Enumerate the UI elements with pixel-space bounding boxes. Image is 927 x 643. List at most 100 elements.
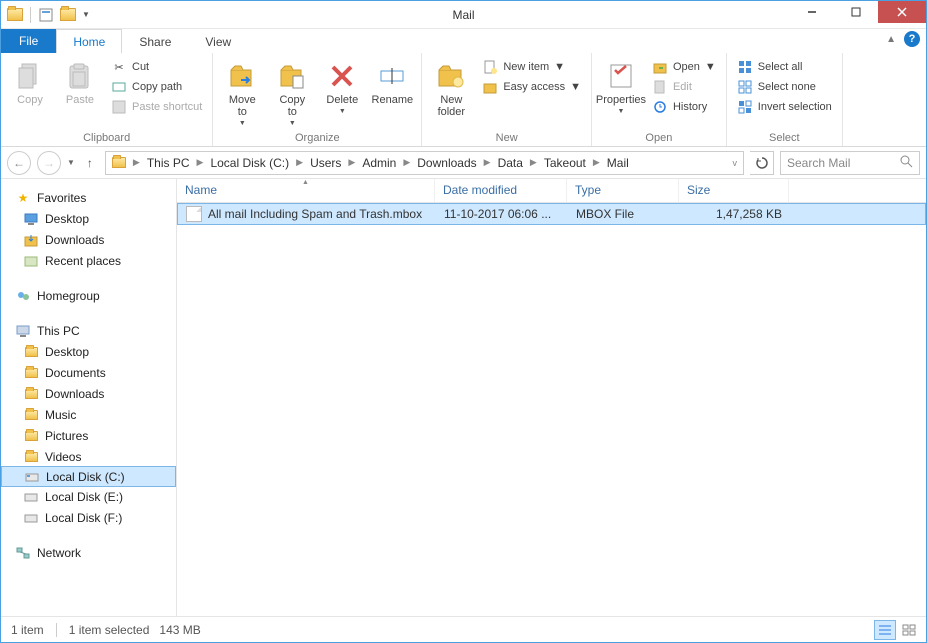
chevron-right-icon[interactable]: ▶ xyxy=(130,157,143,168)
chevron-right-icon[interactable]: ▶ xyxy=(590,157,603,168)
paste-icon xyxy=(64,60,96,92)
tree-thispc[interactable]: This PC xyxy=(1,320,176,341)
tab-share[interactable]: Share xyxy=(122,29,188,53)
properties-button[interactable]: Properties▼ xyxy=(598,56,644,115)
copy-button[interactable]: Copy xyxy=(7,56,53,106)
navigation-tree[interactable]: ★Favorites Desktop Downloads Recent plac… xyxy=(1,179,177,617)
details-view-button[interactable] xyxy=(874,620,896,640)
new-item-button[interactable]: New item ▼ xyxy=(478,58,585,76)
homegroup-icon xyxy=(15,288,31,304)
tab-file[interactable]: File xyxy=(1,29,56,53)
edit-button[interactable]: Edit xyxy=(648,78,720,96)
help-icon[interactable]: ? xyxy=(904,31,920,47)
search-input[interactable]: Search Mail xyxy=(780,151,920,175)
paste-shortcut-button[interactable]: Paste shortcut xyxy=(107,98,206,116)
thumbnails-view-button[interactable] xyxy=(898,620,920,640)
tree-disk-f[interactable]: Local Disk (F:) xyxy=(1,507,176,528)
tab-view[interactable]: View xyxy=(188,29,248,53)
chevron-right-icon[interactable]: ▶ xyxy=(194,157,207,168)
chevron-right-icon[interactable]: ▶ xyxy=(481,157,494,168)
refresh-button[interactable] xyxy=(750,151,774,175)
rename-button[interactable]: Rename xyxy=(369,56,415,106)
tree-disk-c[interactable]: Local Disk (C:) xyxy=(1,466,176,487)
chevron-right-icon[interactable]: ▶ xyxy=(527,157,540,168)
column-type[interactable]: Type xyxy=(567,179,679,202)
scissors-icon: ✂ xyxy=(111,59,127,75)
select-all-button[interactable]: Select all xyxy=(733,58,836,76)
tree-downloads-pc[interactable]: Downloads xyxy=(1,383,176,404)
properties-qat-icon[interactable] xyxy=(36,5,56,25)
file-type-cell: MBOX File xyxy=(568,207,680,221)
tree-network[interactable]: Network xyxy=(1,542,176,563)
crumb-users[interactable]: Users xyxy=(306,152,345,174)
tab-home[interactable]: Home xyxy=(56,29,122,53)
status-size: 143 MB xyxy=(159,623,200,637)
chevron-right-icon[interactable]: ▶ xyxy=(293,157,306,168)
tree-pictures[interactable]: Pictures xyxy=(1,425,176,446)
delete-button[interactable]: Delete▼ xyxy=(319,56,365,115)
column-date[interactable]: Date modified xyxy=(435,179,567,202)
tree-videos[interactable]: Videos xyxy=(1,446,176,467)
address-dropdown-icon[interactable]: v xyxy=(729,152,742,174)
ribbon: Copy Paste ✂Cut Copy path Paste shortcut… xyxy=(1,53,926,147)
chevron-right-icon[interactable]: ▶ xyxy=(400,157,413,168)
tree-desktop[interactable]: Desktop xyxy=(1,208,176,229)
new-folder-qat-icon[interactable] xyxy=(58,5,78,25)
easy-access-button[interactable]: Easy access ▼ xyxy=(478,78,585,96)
tree-desktop-pc[interactable]: Desktop xyxy=(1,341,176,362)
column-name[interactable]: Name xyxy=(177,179,435,202)
crumb-c[interactable]: Local Disk (C:) xyxy=(206,152,293,174)
tree-recent[interactable]: Recent places xyxy=(1,250,176,271)
copy-path-button[interactable]: Copy path xyxy=(107,78,206,96)
file-row[interactable]: All mail Including Spam and Trash.mbox 1… xyxy=(177,203,926,225)
crumb-takeout[interactable]: Takeout xyxy=(540,152,590,174)
status-bar: 1 item 1 item selected 143 MB xyxy=(1,616,926,642)
crumb-mail[interactable]: Mail xyxy=(603,152,633,174)
column-size[interactable]: Size xyxy=(679,179,789,202)
minimize-button[interactable] xyxy=(790,1,834,23)
tree-disk-e[interactable]: Local Disk (E:) xyxy=(1,486,176,507)
copy-icon xyxy=(14,60,46,92)
forward-button[interactable]: → xyxy=(37,151,61,175)
back-button[interactable]: ← xyxy=(7,151,31,175)
close-button[interactable] xyxy=(878,1,926,23)
copy-to-button[interactable]: Copy to▼ xyxy=(269,56,315,127)
crumb-downloads[interactable]: Downloads xyxy=(413,152,480,174)
crumb-thispc[interactable]: This PC xyxy=(143,152,194,174)
tree-favorites[interactable]: ★Favorites xyxy=(1,187,176,208)
history-button[interactable]: History xyxy=(648,98,720,116)
history-dropdown-icon[interactable]: ▼ xyxy=(67,158,75,167)
new-folder-button[interactable]: New folder xyxy=(428,56,474,118)
open-button[interactable]: Open ▼ xyxy=(648,58,720,76)
crumb-admin[interactable]: Admin xyxy=(358,152,400,174)
disk-icon xyxy=(23,489,39,505)
collapse-ribbon-icon[interactable]: ▲ xyxy=(886,34,896,45)
ribbon-group-open: Properties▼ Open ▼ Edit History Open xyxy=(592,53,727,146)
folder-icon xyxy=(23,407,39,423)
select-none-button[interactable]: Select none xyxy=(733,78,836,96)
paste-button[interactable]: Paste xyxy=(57,56,103,106)
folder-icon[interactable] xyxy=(5,5,25,25)
address-bar[interactable]: ▶ This PC▶ Local Disk (C:)▶ Users▶ Admin… xyxy=(105,151,744,175)
file-name-cell: All mail Including Spam and Trash.mbox xyxy=(178,206,436,222)
downloads-icon xyxy=(23,232,39,248)
ribbon-tabs: File Home Share View ▲ ? xyxy=(1,29,926,53)
qat-dropdown-icon[interactable]: ▼ xyxy=(82,10,90,19)
cut-button[interactable]: ✂Cut xyxy=(107,58,206,76)
open-icon xyxy=(652,59,668,75)
crumb-data[interactable]: Data xyxy=(494,152,527,174)
tree-homegroup[interactable]: Homegroup xyxy=(1,285,176,306)
titlebar: ▼ Mail xyxy=(1,1,926,29)
copy-path-icon xyxy=(111,79,127,95)
tree-documents[interactable]: Documents xyxy=(1,362,176,383)
up-button[interactable]: ↑ xyxy=(81,154,99,172)
invert-selection-button[interactable]: Invert selection xyxy=(733,98,836,116)
maximize-button[interactable] xyxy=(834,1,878,23)
new-item-icon xyxy=(482,59,498,75)
window-title: Mail xyxy=(452,8,474,22)
tree-music[interactable]: Music xyxy=(1,404,176,425)
select-none-icon xyxy=(737,79,753,95)
move-to-button[interactable]: Move to▼ xyxy=(219,56,265,127)
tree-downloads-fav[interactable]: Downloads xyxy=(1,229,176,250)
chevron-right-icon[interactable]: ▶ xyxy=(345,157,358,168)
